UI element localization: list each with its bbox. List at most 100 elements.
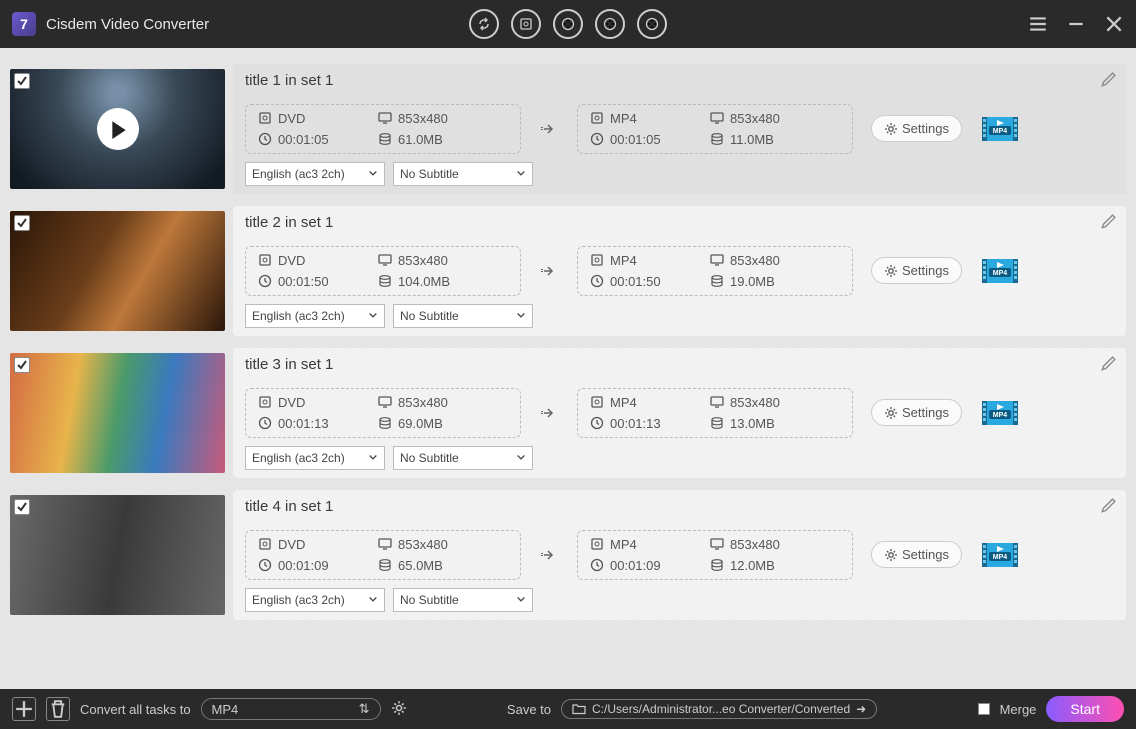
settings-button[interactable]: Settings [871,115,962,142]
mode-media2-icon[interactable] [595,9,625,39]
task-checkbox[interactable] [14,215,30,231]
task-panel: title 2 in set 1 DVD 853x480 00:01:50 10… [233,206,1126,336]
dst-size: 11.0MB [730,132,774,147]
dst-resolution: 853x480 [730,395,780,410]
format-settings-icon[interactable] [391,700,407,719]
menu-icon[interactable] [1028,14,1048,34]
subtitle-value: No Subtitle [400,309,459,323]
subtitle-select[interactable]: No Subtitle [393,304,533,328]
source-info: DVD 853x480 00:01:09 65.0MB [245,530,521,580]
app-logo-icon: 7 [12,12,36,36]
audio-track-select[interactable]: English (ac3 2ch) [245,162,385,186]
video-thumbnail[interactable] [10,211,225,331]
start-button[interactable]: Start [1046,696,1124,722]
mode-switch [469,9,667,39]
src-format: DVD [278,395,305,410]
settings-label: Settings [902,263,949,278]
updown-icon: ⇅ [359,701,370,717]
output-format-icon[interactable] [980,539,1020,571]
dst-size: 19.0MB [730,274,775,289]
source-info: DVD 853x480 00:01:05 61.0MB [245,104,521,154]
clock-icon [590,274,604,288]
target-info: MP4 853x480 00:01:13 13.0MB [577,388,853,438]
disc-icon [258,395,272,409]
clock-icon [590,558,604,572]
disc-icon [258,537,272,551]
edit-icon[interactable] [1100,356,1116,372]
settings-button[interactable]: Settings [871,541,962,568]
screen-icon [378,537,392,551]
size-icon [378,274,392,288]
target-info: MP4 853x480 00:01:09 12.0MB [577,530,853,580]
settings-button[interactable]: Settings [871,399,962,426]
task-panel: title 1 in set 1 DVD 853x480 00:01:05 61… [233,64,1126,194]
task-checkbox[interactable] [14,357,30,373]
task-row: title 4 in set 1 DVD 853x480 00:01:09 65… [10,490,1126,620]
disc-icon [590,537,604,551]
go-icon[interactable]: ➜ [856,702,866,716]
subtitle-select[interactable]: No Subtitle [393,446,533,470]
dst-duration: 00:01:13 [610,416,661,431]
bottom-bar: Convert all tasks to MP4 ⇅ Save to C:/Us… [0,689,1136,729]
target-info: MP4 853x480 00:01:50 19.0MB [577,246,853,296]
video-thumbnail[interactable] [10,353,225,473]
edit-icon[interactable] [1100,498,1116,514]
task-checkbox[interactable] [14,73,30,89]
audio-track-select[interactable]: English (ac3 2ch) [245,304,385,328]
dst-resolution: 853x480 [730,253,780,268]
src-duration: 00:01:13 [278,416,329,431]
mode-media1-icon[interactable] [553,9,583,39]
disc-icon [258,253,272,267]
src-duration: 00:01:09 [278,558,329,573]
source-info: DVD 853x480 00:01:50 104.0MB [245,246,521,296]
task-title: title 1 in set 1 [245,72,1114,89]
add-file-button[interactable] [12,697,36,721]
subtitle-select[interactable]: No Subtitle [393,162,533,186]
size-icon [710,416,724,430]
folder-icon [572,702,586,716]
output-format-icon[interactable] [980,113,1020,145]
task-title: title 3 in set 1 [245,356,1114,373]
output-format-icon[interactable] [980,255,1020,287]
src-size: 104.0MB [398,274,450,289]
delete-button[interactable] [46,697,70,721]
src-format: DVD [278,537,305,552]
output-path-value: C:/Users/Administrator...eo Converter/Co… [592,702,850,716]
clock-icon [258,558,272,572]
audio-track-select[interactable]: English (ac3 2ch) [245,588,385,612]
subtitle-select[interactable]: No Subtitle [393,588,533,612]
video-thumbnail[interactable] [10,69,225,189]
merge-checkbox[interactable] [978,703,990,715]
chevron-down-icon [516,595,526,605]
size-icon [710,274,724,288]
src-size: 69.0MB [398,416,443,431]
mode-media3-icon[interactable] [637,9,667,39]
chevron-down-icon [516,311,526,321]
settings-button[interactable]: Settings [871,257,962,284]
edit-icon[interactable] [1100,72,1116,88]
video-thumbnail[interactable] [10,495,225,615]
mode-convert-icon[interactable] [469,9,499,39]
target-info: MP4 853x480 00:01:05 11.0MB [577,104,853,154]
task-panel: title 3 in set 1 DVD 853x480 00:01:13 69… [233,348,1126,478]
mode-disc-icon[interactable] [511,9,541,39]
edit-icon[interactable] [1100,214,1116,230]
dst-format: MP4 [610,111,637,126]
task-checkbox[interactable] [14,499,30,515]
output-format-icon[interactable] [980,397,1020,429]
settings-label: Settings [902,121,949,136]
audio-track-select[interactable]: English (ac3 2ch) [245,446,385,470]
output-path-field[interactable]: C:/Users/Administrator...eo Converter/Co… [561,699,877,719]
arrow-icon [539,264,559,278]
close-icon[interactable] [1104,14,1124,34]
minimize-icon[interactable] [1066,14,1086,34]
play-icon[interactable] [97,108,139,150]
gear-icon [884,406,898,420]
disc-icon [590,253,604,267]
dst-duration: 00:01:09 [610,558,661,573]
output-format-select[interactable]: MP4 ⇅ [201,698,381,720]
audio-value: English (ac3 2ch) [252,593,345,607]
src-format: DVD [278,253,305,268]
clock-icon [258,132,272,146]
audio-value: English (ac3 2ch) [252,451,345,465]
